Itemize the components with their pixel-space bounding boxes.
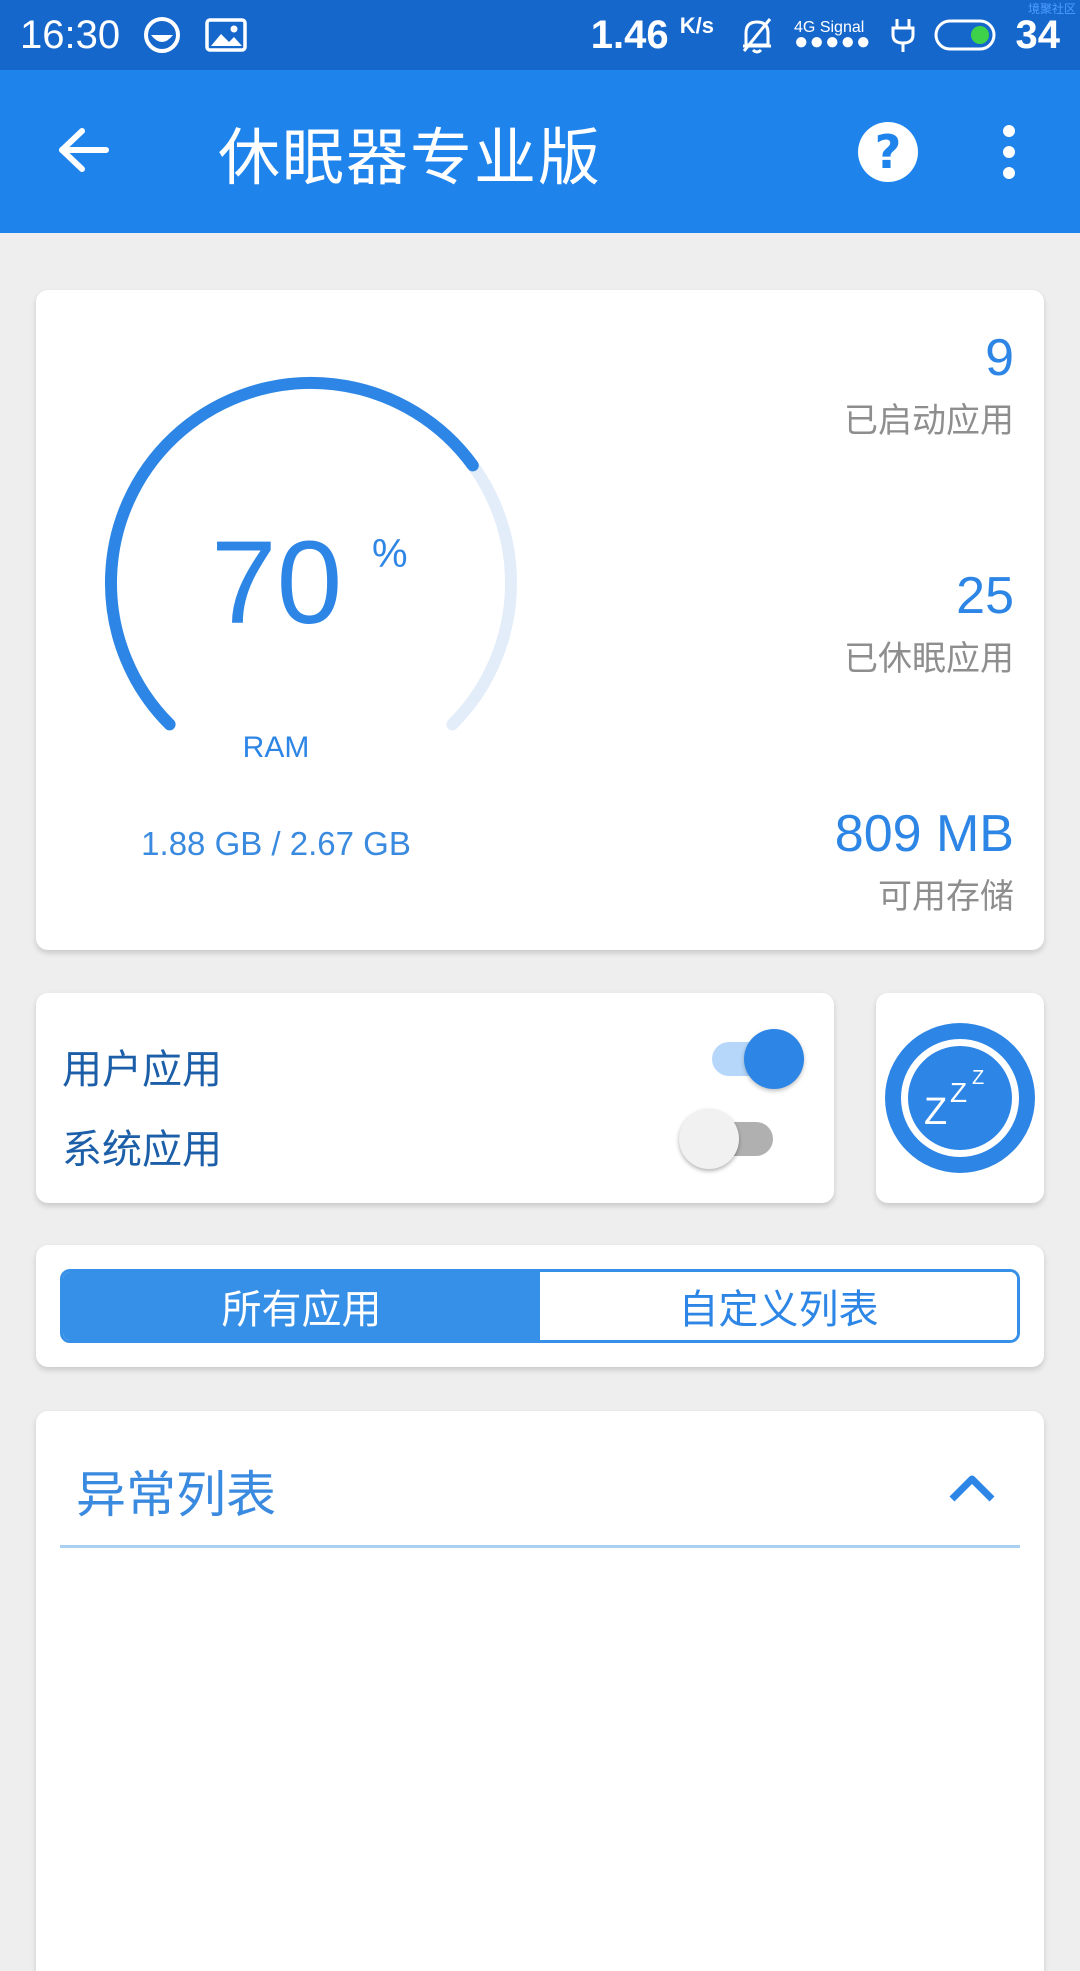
list-filter-tabs: 所有应用 自定义列表 — [60, 1269, 1020, 1343]
system-apps-label: 系统应用 — [62, 1127, 222, 1173]
chevron-up-icon[interactable] — [948, 1471, 996, 1507]
battery-icon — [934, 18, 998, 52]
ram-label: RAM — [242, 731, 310, 764]
stat-available-storage-value: 809 MB — [834, 805, 1014, 863]
status-bar: 16:30 1.46 K/s 4G Signal ●●●●● 34 境聚社区 — [0, 0, 1080, 70]
ram-status-card: 70 % RAM 1.88 GB / 2.67 GB 9 已启动应用 25 已休… — [36, 290, 1044, 950]
sleep-now-button[interactable]: Z Z Z — [885, 1023, 1035, 1173]
stat-available-storage-label: 可用存储 — [878, 877, 1014, 918]
stat-launched-apps-label: 已启动应用 — [844, 401, 1014, 442]
stat-sleeping-apps-value: 25 — [956, 567, 1014, 625]
system-apps-switch[interactable] — [679, 1109, 779, 1169]
stat-sleeping-apps: 25 已休眠应用 — [844, 567, 1014, 680]
ram-usage-text: 1.88 GB / 2.67 GB — [141, 825, 411, 862]
sleep-now-card: Z Z Z — [876, 993, 1044, 1203]
list-filter-card: 所有应用 自定义列表 — [36, 1245, 1044, 1367]
charging-plug-icon — [890, 15, 916, 55]
more-options-icon[interactable] — [1003, 124, 1015, 179]
abnormal-list-card: 异常列表 — [36, 1411, 1044, 1971]
bell-muted-icon — [738, 15, 776, 55]
signal-indicator: 4G Signal ●●●●● — [794, 19, 872, 55]
abnormal-list-title: 异常列表 — [76, 1466, 276, 1524]
stat-available-storage: 809 MB 可用存储 — [834, 805, 1014, 918]
ram-percent-sign: % — [372, 532, 408, 576]
user-apps-switch[interactable] — [704, 1029, 804, 1089]
help-icon[interactable]: ? — [858, 121, 918, 182]
back-arrow-icon[interactable] — [58, 127, 110, 177]
divider — [60, 1545, 1020, 1548]
stat-launched-apps: 9 已启动应用 — [844, 329, 1014, 442]
watermark: 境聚社区 — [1027, 2, 1076, 16]
tab-custom-list[interactable]: 自定义列表 — [540, 1272, 1017, 1340]
tab-all-apps[interactable]: 所有应用 — [63, 1272, 540, 1340]
user-apps-label: 用户应用 — [62, 1047, 222, 1093]
network-speed: 1.46 K/s — [590, 12, 715, 57]
battery-level: 34 — [1015, 12, 1061, 57]
image-notification-icon — [204, 15, 248, 55]
stat-launched-apps-value: 9 — [985, 329, 1014, 387]
status-time: 16:30 — [20, 12, 121, 57]
smiley-notification-icon — [142, 15, 182, 55]
stat-sleeping-apps-label: 已休眠应用 — [844, 639, 1014, 680]
zzz-sleep-icon: Z Z Z — [901, 1039, 1019, 1157]
app-bar: 休眠器专业版 ? — [0, 70, 1080, 233]
page-title: 休眠器专业版 — [218, 120, 603, 194]
network-speed-unit: K/s — [679, 12, 715, 38]
app-type-toggle-card: 用户应用 系统应用 — [36, 993, 834, 1203]
ram-percent-value: 70 — [211, 517, 343, 649]
